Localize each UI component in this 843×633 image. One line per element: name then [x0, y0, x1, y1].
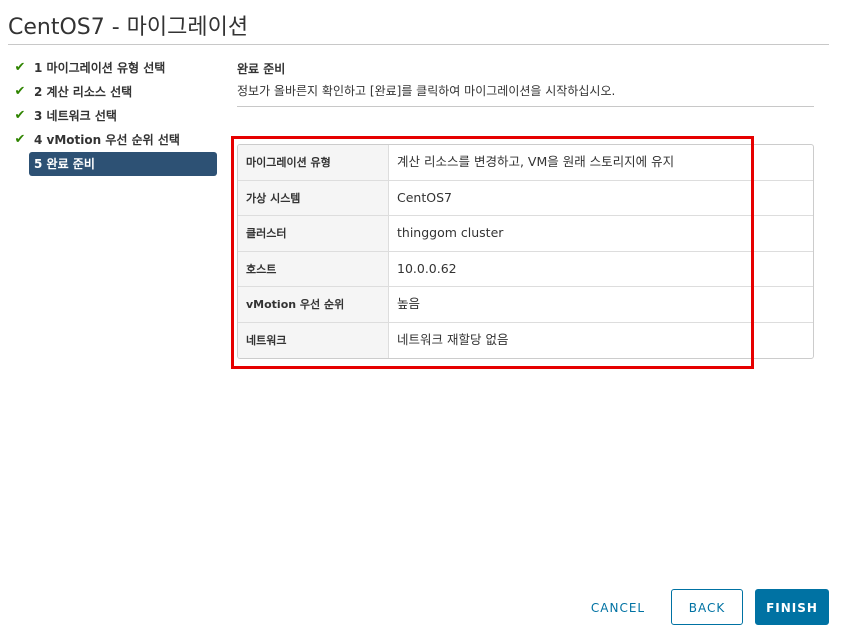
row-value: CentOS7	[397, 189, 452, 205]
step-5-active[interactable]: 5 완료 준비	[8, 152, 220, 176]
row-key: vMotion 우선 순위	[238, 287, 389, 322]
row-key: 가상 시스템	[238, 180, 389, 215]
table-row: 가상 시스템 CentOS7	[238, 180, 813, 216]
row-key: 클러스터	[238, 216, 389, 251]
table-row: 클러스터 thinggom cluster	[238, 216, 813, 252]
step-label: 1 마이그레이션 유형 선택	[34, 61, 166, 75]
check-icon: ✔	[14, 108, 26, 123]
migration-dialog: CentOS7 - 마이그레이션 ✔ 1 마이그레이션 유형 선택 ✔ 2 계산…	[0, 0, 843, 633]
section-title: 완료 준비	[237, 62, 286, 76]
section-description: 정보가 올바른지 확인하고 [완료]를 클릭하여 마이그레이션을 시작하십시오.	[237, 84, 616, 98]
dialog-title: CentOS7 - 마이그레이션	[8, 15, 249, 40]
cancel-button[interactable]: CANCEL	[578, 589, 658, 625]
step-label: 2 계산 리소스 선택	[34, 85, 133, 99]
row-value: 높음	[397, 296, 421, 311]
wizard-steps: ✔ 1 마이그레이션 유형 선택 ✔ 2 계산 리소스 선택 ✔ 3 네트워크 …	[8, 56, 220, 176]
row-key: 호스트	[238, 251, 389, 286]
row-value: thinggom cluster	[397, 225, 504, 240]
check-icon: ✔	[14, 84, 26, 99]
step-2[interactable]: ✔ 2 계산 리소스 선택	[8, 80, 220, 104]
title-divider	[8, 44, 829, 45]
section-divider	[237, 106, 814, 107]
check-icon: ✔	[14, 60, 26, 75]
row-key: 마이그레이션 유형	[238, 145, 389, 180]
row-value: 10.0.0.62	[397, 260, 457, 276]
row-key: 네트워크	[238, 322, 389, 358]
row-value: 계산 리소스를 변경하고, VM을 원래 스토리지에 유지	[397, 154, 675, 169]
step-label: 4 vMotion 우선 순위 선택	[34, 133, 180, 147]
step-3[interactable]: ✔ 3 네트워크 선택	[8, 104, 220, 128]
step-label: 3 네트워크 선택	[34, 109, 117, 123]
step-label: 5 완료 준비	[34, 157, 95, 171]
table-row: vMotion 우선 순위 높음	[238, 287, 813, 323]
summary-table: 마이그레이션 유형 계산 리소스를 변경하고, VM을 원래 스토리지에 유지 …	[237, 144, 814, 359]
check-icon: ✔	[14, 132, 26, 147]
row-value: 네트워크 재할당 없음	[397, 331, 509, 347]
main-content: 완료 준비 정보가 올바른지 확인하고 [완료]를 클릭하여 마이그레이션을 시…	[237, 60, 814, 359]
step-1[interactable]: ✔ 1 마이그레이션 유형 선택	[8, 56, 220, 80]
step-4[interactable]: ✔ 4 vMotion 우선 순위 선택	[8, 128, 220, 152]
back-button[interactable]: BACK	[671, 589, 743, 625]
table-row: 호스트 10.0.0.62	[238, 251, 813, 287]
finish-button[interactable]: FINISH	[755, 589, 829, 625]
table-row: 네트워크 네트워크 재할당 없음	[238, 322, 813, 358]
table-row: 마이그레이션 유형 계산 리소스를 변경하고, VM을 원래 스토리지에 유지	[238, 145, 813, 181]
